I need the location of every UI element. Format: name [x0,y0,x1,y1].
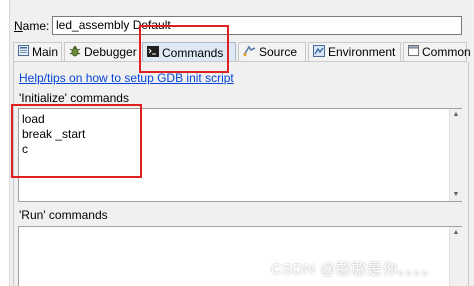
tab-debugger-label: Debugger [84,45,137,59]
tab-environment-label: Environment [328,45,396,59]
tab-commands[interactable]: Commands [142,42,236,62]
tab-commands-label: Commands [162,45,224,60]
initialize-commands-scrollbar[interactable]: ▲ ▼ [449,109,462,201]
common-icon [408,45,419,59]
csdn-watermark: CSDN @憨憨是你。。。。 [271,261,438,278]
tab-bar: Main Debugger Commands Source Environmen… [13,42,471,62]
debugger-bug-icon [69,45,81,60]
left-edge-strip [0,0,10,286]
environment-icon [313,44,325,60]
initialize-commands-label: 'Initialize' commands [19,91,129,105]
tab-common-label: Common [422,45,471,59]
tab-debugger[interactable]: Debugger [64,42,140,61]
tab-main-label: Main [32,45,59,59]
gdb-init-help-link[interactable]: Help/tips on how to setup GDB init scrip… [19,71,234,85]
tab-source-label: Source [259,45,298,59]
source-icon [243,45,256,60]
initialize-commands-text: load break _start c [22,112,86,156]
scroll-down-icon[interactable]: ▼ [450,189,462,201]
tab-main[interactable]: Main [13,42,62,61]
run-commands-label: 'Run' commands [19,208,108,222]
name-label: Name: [14,19,50,33]
tab-common[interactable]: Common [403,42,471,61]
tab-source[interactable]: Source [238,42,306,61]
run-commands-scrollbar[interactable]: ▲ [449,227,462,286]
terminal-icon [147,45,159,60]
scroll-up-icon[interactable]: ▲ [450,227,462,239]
configuration-name-input[interactable]: led_assembly Default [52,16,462,35]
main-tab-icon [18,45,29,59]
scroll-up-icon[interactable]: ▲ [450,109,462,121]
tab-environment[interactable]: Environment [308,42,401,61]
